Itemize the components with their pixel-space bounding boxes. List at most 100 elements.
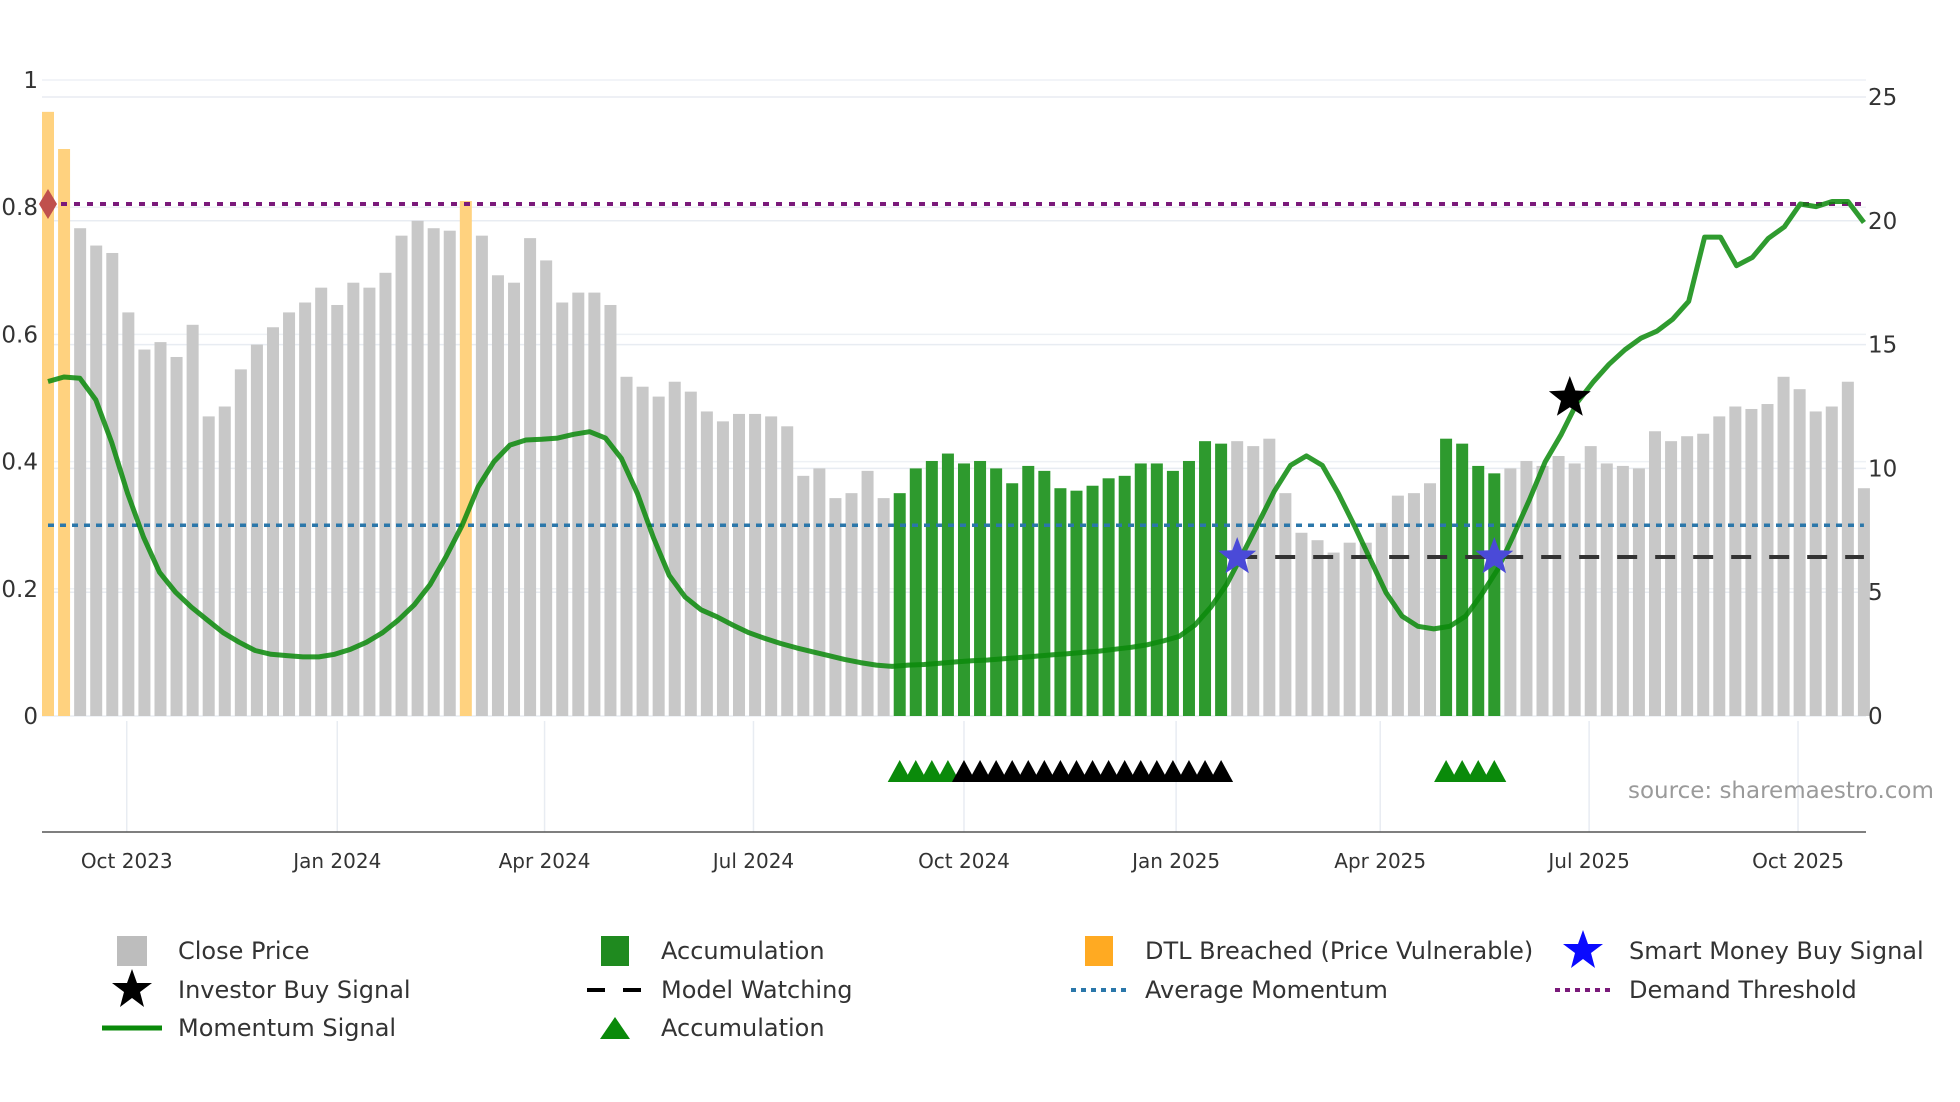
accumulation-bar [1118,475,1131,716]
close-price-bar [1761,404,1774,716]
accumulation-bar [1456,443,1469,716]
left-axis-tick-label: 0 [23,704,38,730]
close-price-bar [1584,446,1597,716]
close-price-bar [154,342,167,716]
close-price-bar [1809,411,1822,716]
accumulation-bar [1182,460,1195,716]
close-price-bar [1777,376,1790,716]
left-axis-tick-label: 1 [23,68,38,94]
close-price-bar [620,376,633,716]
accumulation-bar [1086,485,1099,716]
accumulation-bar [941,453,954,716]
x-axis-tick-label: Jan 2025 [1130,849,1220,873]
x-axis-tick-label: Oct 2025 [1752,849,1844,873]
close-price-bar [1729,406,1742,716]
close-price-bar [1697,433,1710,716]
close-price-bar [1343,542,1356,716]
close-price-bar [218,406,231,716]
close-price-bar [74,228,87,716]
accumulation-bar [1054,488,1067,716]
accumulation-bar [1038,470,1051,716]
close-price-bar [1263,438,1276,716]
accumulation-bar [990,468,1003,716]
close-price-bar [1632,468,1645,716]
close-price-bar [716,421,729,716]
close-price-bar [1375,522,1388,716]
close-price-bar [700,411,713,716]
close-price-bar [604,304,617,716]
close-price-bar [877,498,890,716]
close-price-bar [1713,416,1726,716]
close-price-bar [1359,542,1372,716]
close-price-bar [427,228,440,716]
close-price-bar [395,235,408,716]
accumulation-bar [1150,463,1163,716]
dtl-breached-bar [58,148,71,717]
close-price-bar [1841,381,1854,716]
close-price-bar [1793,389,1806,716]
x-axis-tick-label: Jul 2025 [1546,849,1629,873]
accumulation-bar [957,463,970,716]
close-price-bar [797,475,810,716]
close-price-bar [781,426,794,716]
accumulation-bar [925,460,938,716]
close-price-bar [813,468,826,716]
accumulation-bar [1199,441,1212,716]
close-price-bar [749,413,762,716]
investor-buy-star [1548,376,1591,416]
close-price-bar [684,391,697,716]
close-price-bar [315,287,328,716]
close-price-bar [250,344,263,716]
close-price-bar [1568,463,1581,716]
left-axis-tick-label: 0.8 [1,195,38,221]
close-price-bar [1231,441,1244,716]
close-price-bar [363,287,376,716]
close-price-bar [90,245,103,716]
accumulation-bar [1166,470,1179,716]
close-price-bar [234,369,247,716]
close-price-bar [1681,436,1694,716]
close-price-bar [1295,532,1308,716]
close-price-bar [572,292,585,716]
close-price-bar [1745,408,1758,716]
right-axis-tick-label: 0 [1868,704,1883,730]
x-axis-tick-label: Apr 2025 [1334,849,1426,873]
close-price-bar [668,381,681,716]
close-price-bar [299,302,312,716]
accumulation-bar [1488,473,1501,716]
accumulation-bar [1134,463,1147,716]
close-price-bar [636,386,649,716]
close-price-bar [861,470,874,716]
close-price-bar [1825,406,1838,716]
right-axis-tick-label: 25 [1868,85,1897,111]
x-axis-tick-label: Oct 2024 [918,849,1010,873]
source-label: source: sharemaestro.com [1628,778,1934,804]
close-price-bar [540,260,553,716]
accumulation-bar [909,468,922,716]
close-price-bar [1552,456,1565,716]
left-axis-tick-label: 0.2 [1,577,38,603]
close-price-bar [524,238,537,716]
right-axis-tick-label: 5 [1868,580,1883,606]
x-axis-tick-label: Jul 2024 [711,849,794,873]
close-price-bar [170,356,183,716]
close-price-bar [1247,446,1260,716]
close-price-bar [1504,468,1517,716]
close-price-bar [508,282,521,716]
close-price-bar [411,220,424,717]
chart-canvas: 00.20.40.60.810510152025Oct 2023 Jan 2024… [1,68,1897,873]
close-price-bar [1616,465,1629,716]
dtl-diamond-marker [39,189,57,220]
accumulation-bar [1006,483,1019,716]
close-price-bar [266,327,279,716]
x-axis-tick-label: Jan 2024 [291,849,381,873]
right-axis-tick-label: 15 [1868,333,1897,359]
close-price-bar [186,324,199,716]
close-price-bar [1600,463,1613,716]
close-price-bar [1424,483,1437,716]
close-price-bar [733,413,746,716]
close-price-bar [588,292,601,716]
close-price-bar [106,252,119,716]
close-price-bar [1649,431,1661,716]
close-price-bar [1665,441,1678,716]
